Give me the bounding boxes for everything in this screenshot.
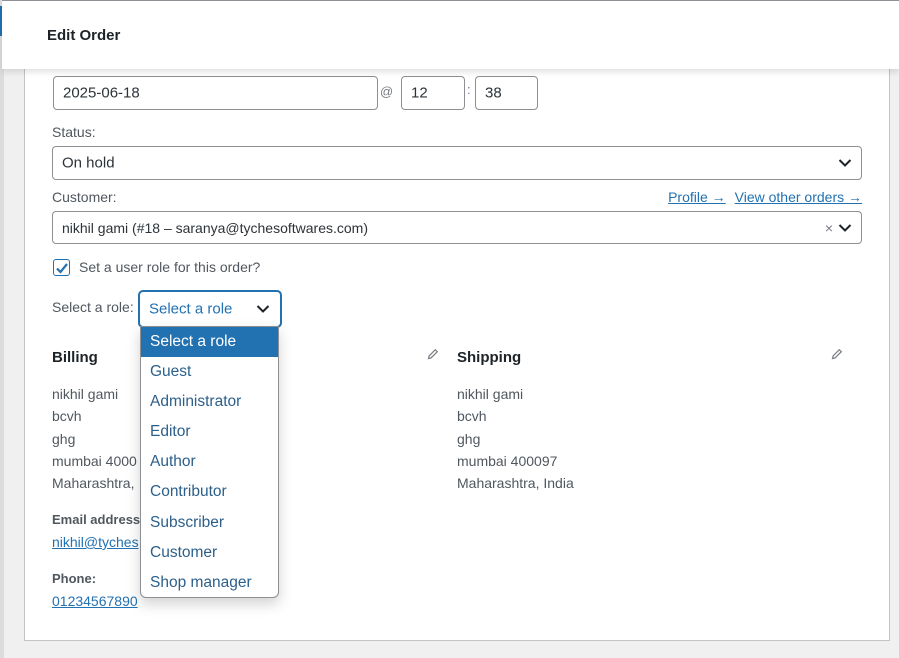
modal-header: Edit Order [2,0,899,69]
order-minute-value: 38 [485,84,502,102]
order-hour-value: 12 [411,84,428,102]
billing-address-line: ghg [52,430,76,447]
role-option[interactable]: Guest [141,357,278,387]
billing-address-line: Maharashtra, [52,475,135,492]
role-option[interactable]: Contributor [141,477,278,507]
chevron-down-icon [256,305,270,313]
order-minute-input[interactable]: 38 [475,76,538,110]
shipping-address-line: bcvh [457,408,487,425]
customer-links: Profile → View other orders → [668,189,862,205]
billing-phone-label: Phone: [52,571,97,586]
modal-title: Edit Order [47,27,121,44]
set-user-role-checkbox[interactable] [53,259,70,276]
billing-address-line: bcvh [52,408,82,425]
order-hour-input[interactable]: 12 [401,76,465,110]
billing-email-link[interactable]: nikhil@tyches [52,534,139,550]
at-separator: @ [380,84,394,99]
status-value: On hold [62,154,115,172]
shipping-address-line: nikhil gami [457,386,524,402]
status-label: Status: [52,124,96,140]
role-option[interactable]: Author [141,447,278,477]
left-edge-strip [0,0,4,658]
role-option[interactable]: Customer [141,538,278,568]
role-option[interactable]: Shop manager [141,568,278,597]
pencil-icon[interactable] [831,348,843,360]
order-date-value: 2025-06-18 [63,84,140,102]
role-option[interactable]: Administrator [141,387,278,417]
role-option[interactable]: Subscriber [141,508,278,538]
checkmark-icon [56,263,68,274]
customer-value: nikhil gami (#18 – saranya@tychesoftware… [62,219,369,236]
shipping-heading: Shipping [457,349,522,366]
billing-heading: Billing [52,349,98,366]
shipping-address-line: Maharashtra, India [457,475,574,492]
billing-address: nikhil gami bcvh ghg mumbai 4000 Maharas… [52,383,137,494]
billing-address-line: mumbai 4000 [52,452,137,469]
shipping-address-line: mumbai 400097 [457,452,558,469]
role-dropdown-list: Select a role Guest Administrator Editor… [140,326,279,598]
role-select-value: Select a role [149,300,233,318]
role-select[interactable]: Select a role [139,291,281,327]
role-option[interactable]: Editor [141,417,278,447]
profile-link[interactable]: Profile → [668,189,726,205]
billing-address-line: nikhil gami [52,386,119,402]
order-date-input[interactable]: 2025-06-18 [53,76,378,110]
set-user-role-label: Set a user role for this order? [79,259,261,275]
shipping-address: nikhil gami bcvh ghg mumbai 400097 Mahar… [457,383,574,494]
clear-icon[interactable]: × [825,220,833,236]
pencil-icon[interactable] [427,348,439,360]
role-option[interactable]: Select a role [141,327,278,358]
view-other-orders-link[interactable]: View other orders → [735,189,862,205]
shipping-address-line: ghg [457,430,481,447]
billing-phone-link[interactable]: 01234567890 [52,593,138,609]
chevron-down-icon [838,159,852,167]
customer-label: Customer: [52,189,117,205]
customer-select[interactable]: nikhil gami (#18 – saranya@tychesoftware… [52,211,862,244]
status-select[interactable]: On hold [52,146,862,180]
time-separator: : [467,82,471,97]
billing-email-label: Email address [52,512,141,527]
chevron-down-icon [838,223,852,232]
select-role-label: Select a role: [52,299,134,315]
